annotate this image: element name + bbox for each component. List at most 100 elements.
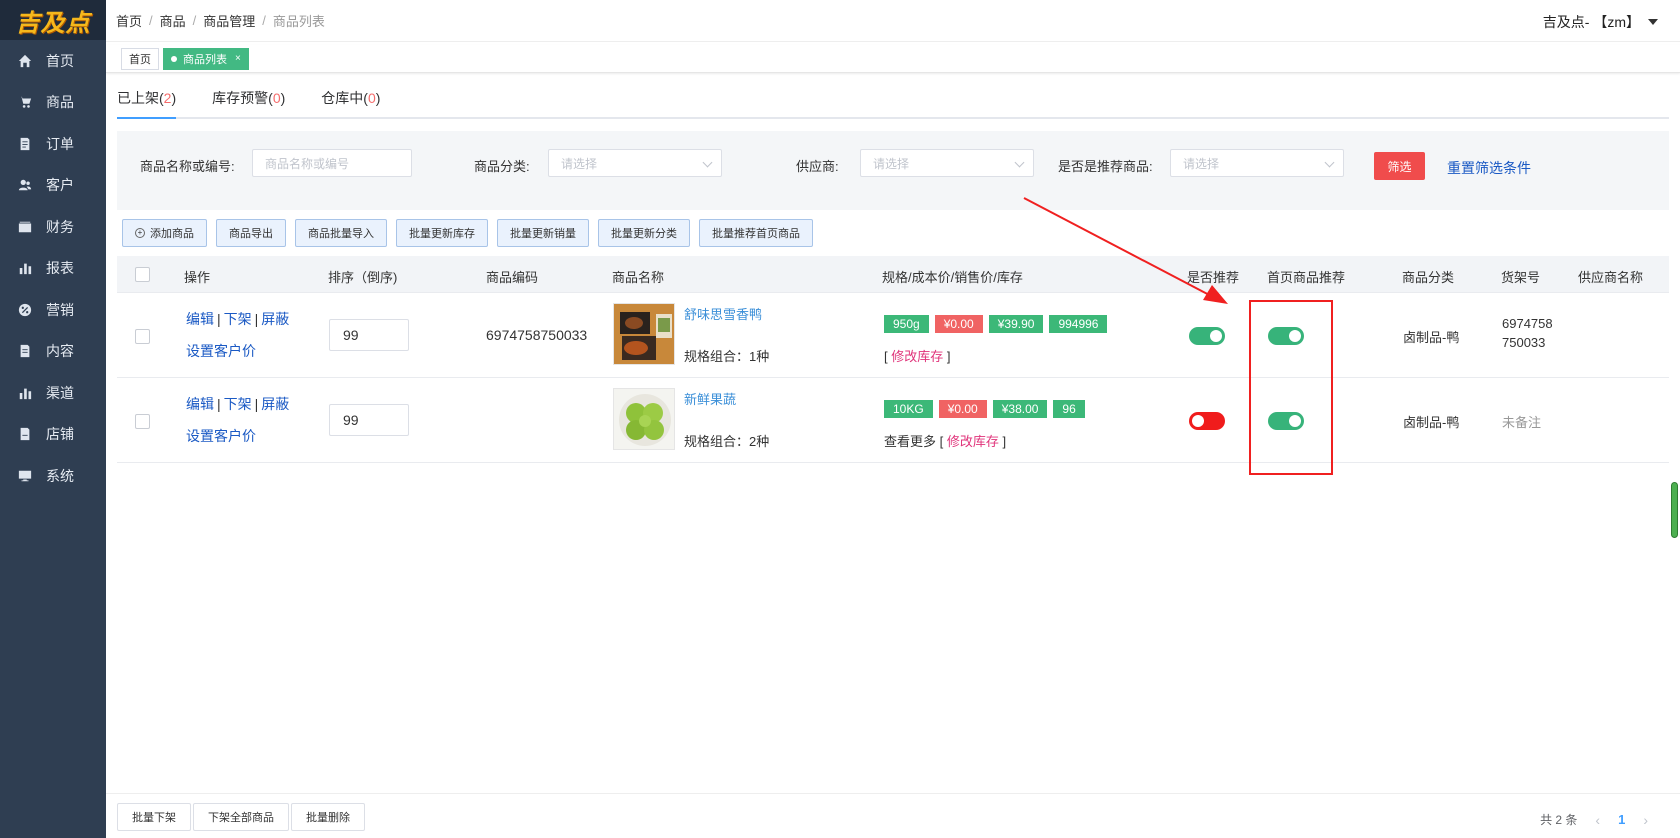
spec-combo: 规格组合：2种 <box>684 434 770 449</box>
hide-link[interactable]: 屏蔽 <box>261 311 289 327</box>
set-customer-price-link[interactable]: 设置客户价 <box>186 341 256 361</box>
add-product-button[interactable]: + 添加商品 <box>122 219 207 247</box>
edit-stock-link[interactable]: 修改库存 <box>947 434 999 449</box>
top-header: 首页 / 商品 / 商品管理 / 商品列表 吉及点- 【zm】 <box>106 0 1680 42</box>
percent-icon <box>18 303 32 317</box>
column-header: 供应商名称 <box>1578 270 1644 285</box>
edit-stock-link[interactable]: 修改库存 <box>891 349 943 364</box>
prev-page-icon[interactable]: ‹ <box>1595 812 1600 828</box>
batch-take-down-button[interactable]: 批量下架 <box>117 803 191 831</box>
sidebar-item-reports[interactable]: 报表 <box>0 248 106 290</box>
select-all-checkbox[interactable] <box>135 267 150 282</box>
tab-count: 0 <box>272 90 281 106</box>
current-page[interactable]: 1 <box>1618 812 1625 827</box>
sort-input[interactable]: 99 <box>329 319 409 351</box>
total-count: 共 2 条 <box>1540 813 1578 827</box>
take-down-all-button[interactable]: 下架全部商品 <box>193 803 289 831</box>
close-icon[interactable]: × <box>235 53 241 64</box>
batch-update-category-button[interactable]: 批量更新分类 <box>598 219 690 247</box>
row-checkbox[interactable] <box>135 414 150 429</box>
hide-link[interactable]: 屏蔽 <box>261 396 289 412</box>
user-name: 吉及点- 【zm】 <box>1542 14 1640 30</box>
recommend-select[interactable]: 请选择 <box>1170 149 1344 177</box>
product-thumbnail[interactable] <box>613 303 675 365</box>
table-row: 编辑 | 下架 | 屏蔽 设置客户价 99 6974758750033 舒味思雪香鸭 规… <box>117 293 1669 378</box>
sidebar-item-home[interactable]: 首页 <box>0 40 106 82</box>
pipe-separator: | <box>217 311 221 327</box>
sidebar-item-products[interactable]: 商品 <box>0 82 106 124</box>
input-placeholder: 商品名称或编号 <box>265 156 350 171</box>
sidebar-item-channels[interactable]: 渠道 <box>0 372 106 414</box>
user-menu[interactable]: 吉及点- 【zm】 <box>1543 12 1658 32</box>
product-category: 卤制品-鸭 <box>1403 330 1460 345</box>
stock-tag: 994996 <box>1049 315 1108 333</box>
product-name-link[interactable]: 新鲜果蔬 <box>684 389 736 408</box>
sidebar-item-label: 首页 <box>46 52 74 69</box>
monitor-icon <box>18 469 32 483</box>
view-more-link[interactable]: 查看更多 <box>884 434 936 449</box>
recommend-toggle[interactable] <box>1189 412 1225 430</box>
product-name-link[interactable]: 舒味思雪香鸭 <box>684 304 762 323</box>
recommend-toggle[interactable] <box>1189 327 1225 345</box>
spec-tag: 950g <box>884 315 929 333</box>
export-products-button[interactable]: 商品导出 <box>216 219 286 247</box>
category-filter-label: 商品分类: <box>474 159 530 174</box>
sidebar-item-system[interactable]: 系统 <box>0 455 106 497</box>
tab-count: 0 <box>367 90 376 106</box>
breadcrumb-products[interactable]: 商品 <box>160 11 186 30</box>
category-select[interactable]: 请选择 <box>548 149 722 177</box>
tab-on-shelf[interactable]: 已上架(2) <box>117 88 177 119</box>
main-content: 已上架(2) 库存预警(0) 仓库中(0) 商品名称或编号: 商品名称或编号 商… <box>117 80 1669 463</box>
active-dot-icon <box>171 55 177 62</box>
sidebar-item-store[interactable]: 店铺 <box>0 414 106 456</box>
set-customer-price-link[interactable]: 设置客户价 <box>186 426 256 446</box>
tab-product-list[interactable]: 商品列表 × <box>163 47 249 70</box>
sidebar-item-label: 店铺 <box>46 426 74 443</box>
sidebar-item-orders[interactable]: 订单 <box>0 123 106 165</box>
filter-button[interactable]: 筛选 <box>1374 152 1425 180</box>
column-header: 商品分类 <box>1402 270 1455 285</box>
scrollbar-thumb[interactable] <box>1671 482 1678 538</box>
breadcrumb: 首页 / 商品 / 商品管理 / 商品列表 <box>106 11 325 30</box>
spec-tags: 950g ¥0.00 ¥39.90 994996 <box>884 315 1113 333</box>
tab-stock-warning[interactable]: 库存预警(0) <box>212 88 285 117</box>
sale-price-tag: ¥39.90 <box>988 315 1044 333</box>
sidebar-item-content[interactable]: 内容 <box>0 331 106 373</box>
batch-recommend-home-button[interactable]: 批量推荐首页商品 <box>699 219 813 247</box>
tab-home[interactable]: 首页 <box>121 47 159 70</box>
bracket-open: [ <box>936 434 947 449</box>
breadcrumb-separator: / <box>262 13 266 28</box>
sidebar-item-label: 报表 <box>46 260 74 277</box>
edit-link[interactable]: 编辑 <box>186 311 214 327</box>
pagination: 共 2 条 ‹ 1 › <box>1540 811 1666 828</box>
name-filter-input[interactable]: 商品名称或编号 <box>252 149 412 177</box>
product-thumbnail[interactable] <box>613 388 675 450</box>
sidebar-item-marketing[interactable]: 营销 <box>0 289 106 331</box>
take-down-link[interactable]: 下架 <box>224 396 252 412</box>
sidebar-item-label: 内容 <box>46 343 74 360</box>
toggle-knob <box>1192 415 1204 427</box>
sort-input[interactable]: 99 <box>329 404 409 436</box>
row-checkbox[interactable] <box>135 329 150 344</box>
batch-delete-button[interactable]: 批量删除 <box>291 803 365 831</box>
batch-update-sales-button[interactable]: 批量更新销量 <box>497 219 589 247</box>
batch-import-button[interactable]: 商品批量导入 <box>295 219 387 247</box>
tab-label: 首页 <box>129 53 151 66</box>
next-page-icon[interactable]: › <box>1643 812 1648 828</box>
sidebar-item-finance[interactable]: 财务 <box>0 206 106 248</box>
breadcrumb-product-management[interactable]: 商品管理 <box>203 11 255 30</box>
tab-paren: ) <box>171 90 177 106</box>
sidebar-item-customers[interactable]: 客户 <box>0 165 106 207</box>
sidebar-item-label: 商品 <box>46 94 74 111</box>
take-down-link[interactable]: 下架 <box>224 311 252 327</box>
edit-link[interactable]: 编辑 <box>186 396 214 412</box>
batch-update-stock-button[interactable]: 批量更新库存 <box>396 219 488 247</box>
breadcrumb-home[interactable]: 首页 <box>116 11 142 30</box>
select-placeholder: 请选择 <box>1183 156 1220 171</box>
tab-warehouse[interactable]: 仓库中(0) <box>321 88 380 117</box>
supplier-select[interactable]: 请选择 <box>860 149 1034 177</box>
tab-paren: ) <box>280 90 286 106</box>
reset-filter-link[interactable]: 重置筛选条件 <box>1447 158 1531 178</box>
select-placeholder: 请选择 <box>873 156 910 171</box>
product-table: 操作 排序（倒序) 商品编码 商品名称 规格/成本价/销售价/库存 是否推荐 首… <box>117 256 1669 463</box>
